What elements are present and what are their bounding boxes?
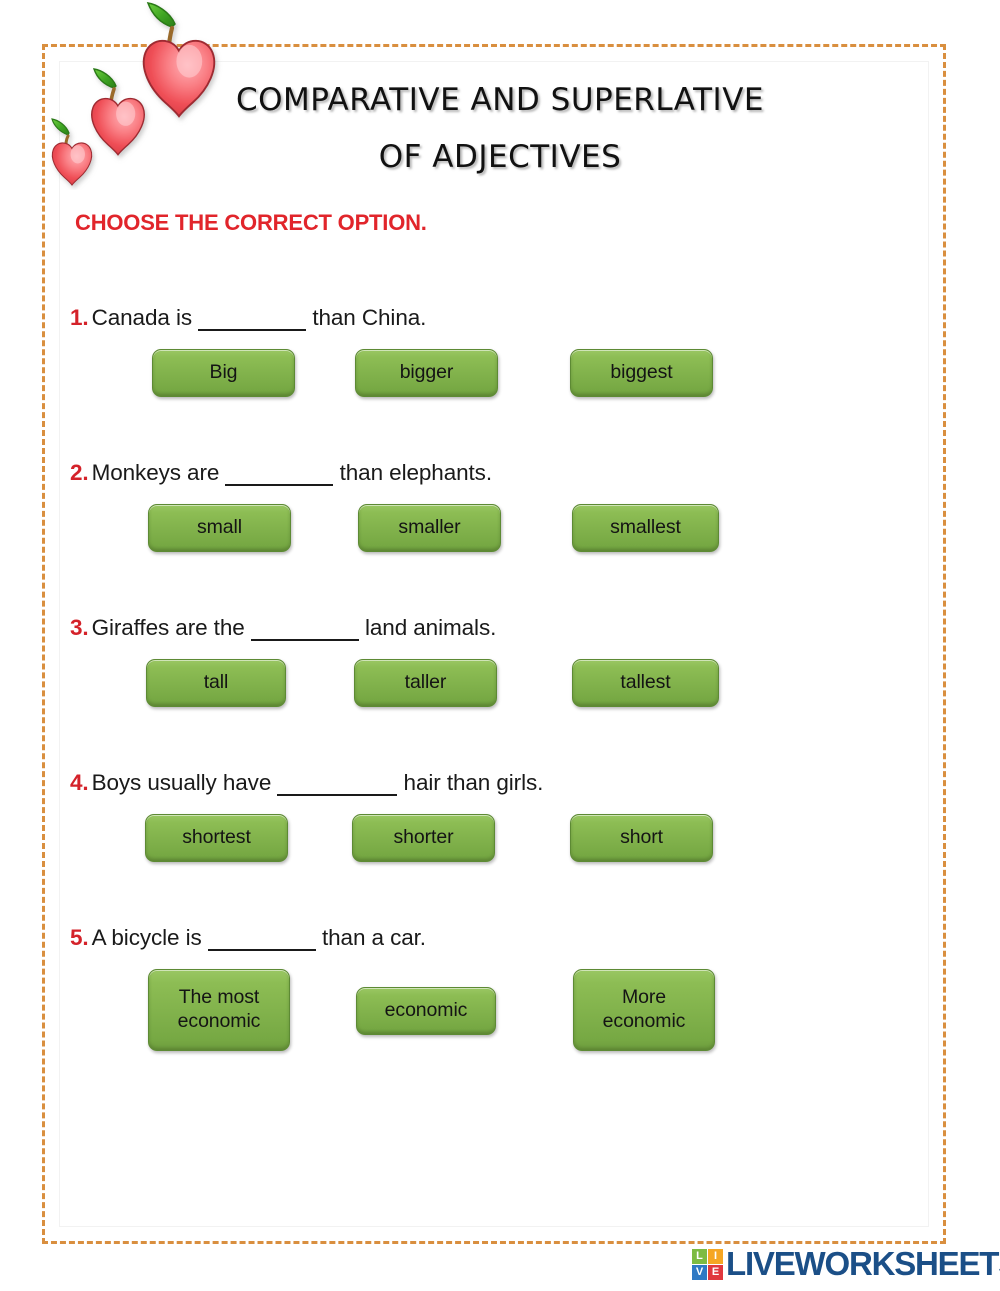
question-1-text-before: Canada is [91, 305, 193, 330]
question-5-blank [207, 923, 316, 951]
question-5: 5. A bicycle is than a car. The most econ… [70, 925, 870, 1053]
question-3-text: 3. Giraffes are the land animals. [70, 615, 870, 643]
question-3-blank [250, 613, 359, 641]
question-5-number: 5. [70, 925, 89, 950]
logo-tile-e: E [708, 1264, 723, 1280]
question-4-blank [277, 768, 398, 796]
question-4: 4. Boys usually have hair than girls. sho… [70, 770, 870, 870]
logo-tile-l: L [692, 1248, 707, 1264]
question-3-text-after: land animals. [364, 615, 497, 640]
question-5-text-before: A bicycle is [91, 925, 202, 950]
question-2-text-before: Monkeys are [91, 460, 220, 485]
question-2-blank [225, 458, 334, 486]
liveworksheets-logo: L I V E LIVEWORKSHEETS [692, 1243, 1000, 1285]
option-button-1-3[interactable]: biggest [570, 349, 713, 397]
liveworksheets-wordmark: LIVEWORKSHEETS [726, 1245, 1000, 1282]
question-2: 2. Monkeys are than elephants. small smal… [70, 460, 870, 560]
question-3: 3. Giraffes are the land animals. tall ta… [70, 615, 870, 715]
question-2-text: 2. Monkeys are than elephants. [70, 460, 870, 488]
option-button-2-1[interactable]: small [148, 504, 291, 552]
liveworksheets-logo-tiles-icon: L I V E [692, 1248, 723, 1280]
question-1-number: 1. [70, 305, 89, 330]
option-button-1-2[interactable]: bigger [355, 349, 498, 397]
option-button-5-3[interactable]: More economic [573, 969, 715, 1051]
question-1-text-after: than China. [312, 305, 427, 330]
question-2-options: small smaller smallest [70, 504, 870, 560]
question-1-text: 1. Canada is than China. [70, 305, 870, 333]
question-5-options: The most economic economic More economic [70, 969, 870, 1053]
option-button-4-1[interactable]: shortest [145, 814, 288, 862]
question-3-options: tall taller tallest [70, 659, 870, 715]
question-4-text: 4. Boys usually have hair than girls. [70, 770, 870, 798]
title-line-2: OF ADJECTIVES [378, 139, 622, 175]
option-button-4-3[interactable]: short [570, 814, 713, 862]
question-3-text-before: Giraffes are the [91, 615, 245, 640]
question-1-blank [198, 303, 307, 331]
question-3-number: 3. [70, 615, 89, 640]
option-button-5-2[interactable]: economic [356, 987, 496, 1035]
logo-tile-v: V [692, 1264, 707, 1280]
question-5-text: 5. A bicycle is than a car. [70, 925, 870, 953]
question-2-number: 2. [70, 460, 89, 485]
question-4-text-before: Boys usually have [91, 770, 272, 795]
option-button-3-1[interactable]: tall [146, 659, 286, 707]
question-4-options: shortest shorter short [70, 814, 870, 870]
option-button-3-2[interactable]: taller [354, 659, 497, 707]
page-title: COMPARATIVE AND SUPERLATIVE OF ADJECTIVE… [150, 85, 850, 173]
option-button-3-3[interactable]: tallest [572, 659, 719, 707]
instruction-heading: CHOOSE THE CORRECT OPTION. [75, 210, 427, 235]
question-2-text-after: than elephants. [339, 460, 492, 485]
question-5-text-after: than a car. [321, 925, 426, 950]
title-line-1: COMPARATIVE AND SUPERLATIVE [236, 82, 764, 118]
option-button-5-1[interactable]: The most economic [148, 969, 290, 1051]
option-button-4-2[interactable]: shorter [352, 814, 495, 862]
question-1-options: Big bigger biggest [70, 349, 870, 405]
question-4-text-after: hair than girls. [403, 770, 544, 795]
option-button-1-1[interactable]: Big [152, 349, 295, 397]
option-button-2-2[interactable]: smaller [358, 504, 501, 552]
question-1: 1. Canada is than China. Big bigger bigge… [70, 305, 870, 405]
question-4-number: 4. [70, 770, 89, 795]
option-button-2-3[interactable]: smallest [572, 504, 719, 552]
logo-tile-i: I [708, 1248, 723, 1264]
